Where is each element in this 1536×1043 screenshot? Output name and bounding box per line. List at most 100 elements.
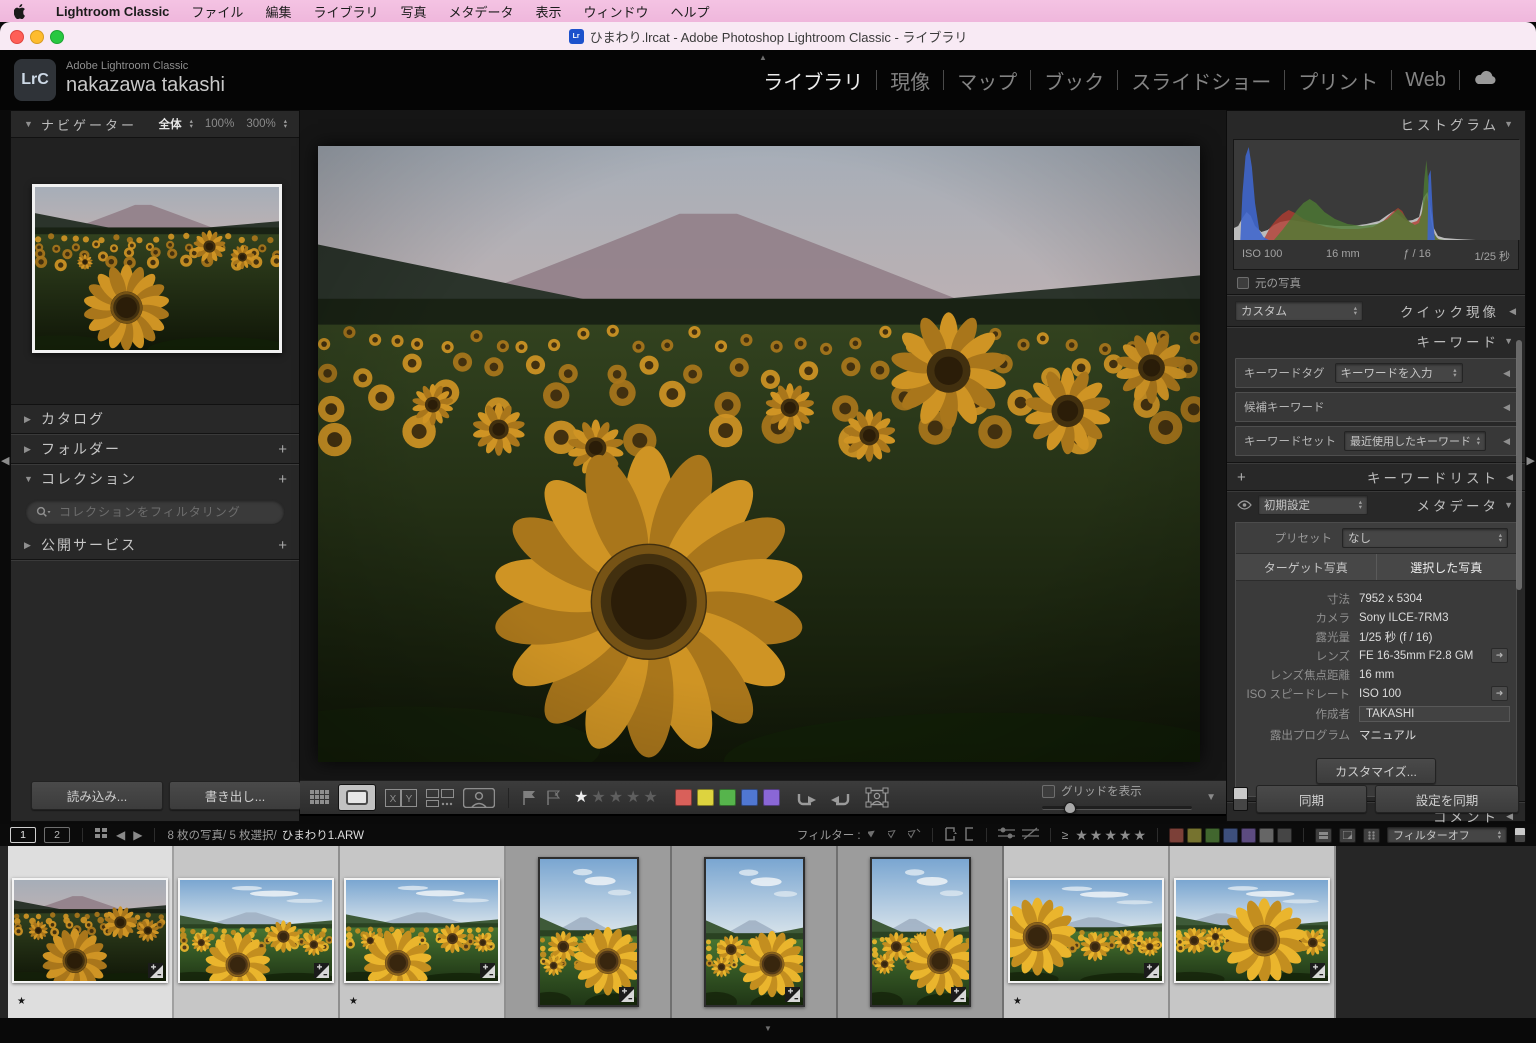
- loupe-view-icon[interactable]: [338, 784, 376, 811]
- photo-thumbnail-3[interactable]: [344, 878, 500, 983]
- filter-color-swatches[interactable]: [1169, 828, 1292, 843]
- saved-preset-dropdown[interactable]: カスタム▴▾: [1235, 301, 1363, 321]
- menu-item-photo[interactable]: 写真: [389, 2, 437, 21]
- people-view-icon[interactable]: [463, 788, 495, 808]
- thumbnail-size-slider[interactable]: [1042, 802, 1192, 812]
- menu-item-file[interactable]: ファイル: [180, 2, 254, 21]
- filter-master-copy-icon[interactable]: [944, 827, 957, 844]
- rating-stars[interactable]: ★★★★★: [574, 790, 658, 806]
- star-icon[interactable]: ★: [1133, 828, 1146, 842]
- star-icon[interactable]: ★: [591, 790, 605, 806]
- photo-thumbnail-1[interactable]: [12, 878, 168, 983]
- adjustment-badge-icon[interactable]: [1310, 963, 1325, 978]
- compare-view-icon[interactable]: XY: [385, 789, 417, 807]
- star-icon[interactable]: ★: [1075, 828, 1088, 842]
- panel-scrollbar[interactable]: [1516, 340, 1522, 590]
- color-label-swatch-2[interactable]: [719, 789, 736, 806]
- filter-view-flat-icon[interactable]: [1315, 828, 1332, 843]
- menu-item-library[interactable]: ライブラリ: [302, 2, 389, 21]
- grid-overlay-checkbox[interactable]: [1042, 785, 1055, 798]
- bottom-panel-collapse-icon[interactable]: ▼: [764, 1024, 772, 1033]
- filter-color-swatch-0[interactable]: [1169, 828, 1184, 843]
- menu-item-help[interactable]: ヘルプ: [660, 2, 721, 21]
- filter-preset-dropdown[interactable]: フィルターオフ▴▾: [1387, 827, 1507, 843]
- filter-unedited-icon[interactable]: [1022, 827, 1039, 843]
- module-develop[interactable]: 現像: [877, 66, 943, 95]
- adjustment-badge-icon[interactable]: [1144, 963, 1159, 978]
- navigator-zoom-100[interactable]: 100%: [205, 118, 234, 130]
- filter-color-swatch-4[interactable]: [1241, 828, 1256, 843]
- star-icon[interactable]: ★: [626, 790, 640, 806]
- module-book[interactable]: ブック: [1031, 66, 1117, 95]
- filmstrip-cell-1[interactable]: ★: [8, 846, 174, 1018]
- keyword-set-dropdown[interactable]: 最近使用したキーワード▴▾: [1344, 431, 1486, 451]
- autosync-toggle[interactable]: [1233, 787, 1248, 811]
- export-button[interactable]: 書き出し...: [169, 781, 301, 810]
- photo-thumbnail-4[interactable]: [538, 857, 639, 1007]
- filter-virtual-copy-icon[interactable]: [964, 827, 975, 844]
- navigator-zoom-fit[interactable]: 全体▴▾: [159, 116, 193, 132]
- photo-thumbnail-8[interactable]: [1174, 878, 1330, 983]
- top-panel-collapse-icon[interactable]: ▲: [759, 53, 767, 62]
- survey-view-icon[interactable]: [426, 789, 454, 807]
- photo-thumbnail-6[interactable]: [870, 857, 971, 1007]
- add-folder-button[interactable]: +: [278, 441, 287, 458]
- filter-flag-reject-icon[interactable]: [908, 827, 921, 843]
- left-panel-collapse-icon[interactable]: ◀: [1, 454, 9, 467]
- photo-thumbnail-2[interactable]: [178, 878, 334, 983]
- color-label-swatch-1[interactable]: [697, 789, 714, 806]
- adjustment-badge-icon[interactable]: [148, 963, 163, 978]
- photo-thumbnail-5[interactable]: [704, 857, 805, 1007]
- filter-flag-unflagged-icon[interactable]: [888, 827, 901, 843]
- keyword-entry-dropdown[interactable]: キーワードを入力▴▾: [1335, 363, 1463, 383]
- catalog-section[interactable]: ▶ カタログ: [11, 405, 299, 433]
- navigator-preview[interactable]: [11, 137, 299, 405]
- forward-arrow-icon[interactable]: ▶: [133, 828, 142, 842]
- back-arrow-icon[interactable]: ◀: [116, 828, 125, 842]
- menu-item-app[interactable]: Lightroom Classic: [45, 4, 180, 19]
- filmstrip-cell-3[interactable]: ★: [340, 846, 506, 1018]
- grid-shortcut-icon[interactable]: [95, 828, 108, 842]
- star-icon[interactable]: ★: [574, 790, 588, 806]
- publish-services-section[interactable]: ▶ 公開サービス +: [11, 531, 299, 559]
- star-icon[interactable]: ★: [1090, 828, 1103, 842]
- adjustment-badge-icon[interactable]: [314, 963, 329, 978]
- histogram-panel[interactable]: ISO 100 16 mm ƒ / 16 1/25 秒: [1233, 139, 1519, 270]
- star-icon[interactable]: ★: [1104, 828, 1117, 842]
- filmstrip-cell-7[interactable]: ★: [1004, 846, 1170, 1018]
- selected-photos-button[interactable]: 選択した写真: [1377, 554, 1517, 580]
- rotate-left-icon[interactable]: [795, 788, 819, 807]
- target-photo-button[interactable]: ターゲット写真: [1236, 554, 1377, 580]
- histogram-header[interactable]: ヒストグラム ▼: [1227, 111, 1525, 137]
- filter-rating-stars[interactable]: ★★★★★: [1075, 828, 1146, 842]
- filter-edited-icon[interactable]: [998, 827, 1015, 843]
- rating-operator[interactable]: ≥: [1062, 828, 1069, 842]
- folders-section[interactable]: ▶ フォルダー +: [11, 435, 299, 463]
- secondary-display-button[interactable]: 2: [44, 827, 70, 843]
- photo-thumbnail-7[interactable]: [1008, 878, 1164, 983]
- collection-filter-input[interactable]: [57, 504, 261, 520]
- filter-color-swatch-6[interactable]: [1277, 828, 1292, 843]
- metadata-header[interactable]: 初期設定▴▾ メタデータ ▼: [1227, 492, 1525, 518]
- collections-section[interactable]: ▼ コレクション +: [11, 465, 299, 493]
- sync-button[interactable]: 同期: [1256, 785, 1367, 813]
- navigator-header[interactable]: ▼ ナビゲーター 全体▴▾ 100% 300%▴▾: [11, 111, 299, 137]
- toolbar-options-icon[interactable]: ▼: [1206, 792, 1216, 803]
- filmstrip-status[interactable]: 8 枚の写真/ 5 枚選択/ ひまわり1.ARW: [167, 827, 364, 843]
- import-button[interactable]: 読み込み...: [31, 781, 163, 810]
- keywording-header[interactable]: キーワード ▼: [1227, 328, 1525, 354]
- adjustment-badge-icon[interactable]: [619, 987, 634, 1002]
- star-icon[interactable]: ★: [609, 790, 623, 806]
- module-map[interactable]: マップ: [944, 66, 1030, 95]
- goto-arrow-icon[interactable]: ➜: [1491, 686, 1508, 701]
- filmstrip-cell-4[interactable]: [506, 846, 672, 1018]
- module-library[interactable]: ライブラリ: [750, 66, 876, 95]
- adjustment-badge-icon[interactable]: [785, 987, 800, 1002]
- navigator-thumbnail[interactable]: [32, 184, 282, 353]
- module-web[interactable]: Web: [1392, 69, 1459, 92]
- grid-view-icon[interactable]: [310, 790, 329, 805]
- filter-color-swatch-3[interactable]: [1223, 828, 1238, 843]
- filter-color-swatch-2[interactable]: [1205, 828, 1220, 843]
- filter-view-dots-icon[interactable]: [1363, 828, 1380, 843]
- eye-icon[interactable]: [1237, 500, 1252, 510]
